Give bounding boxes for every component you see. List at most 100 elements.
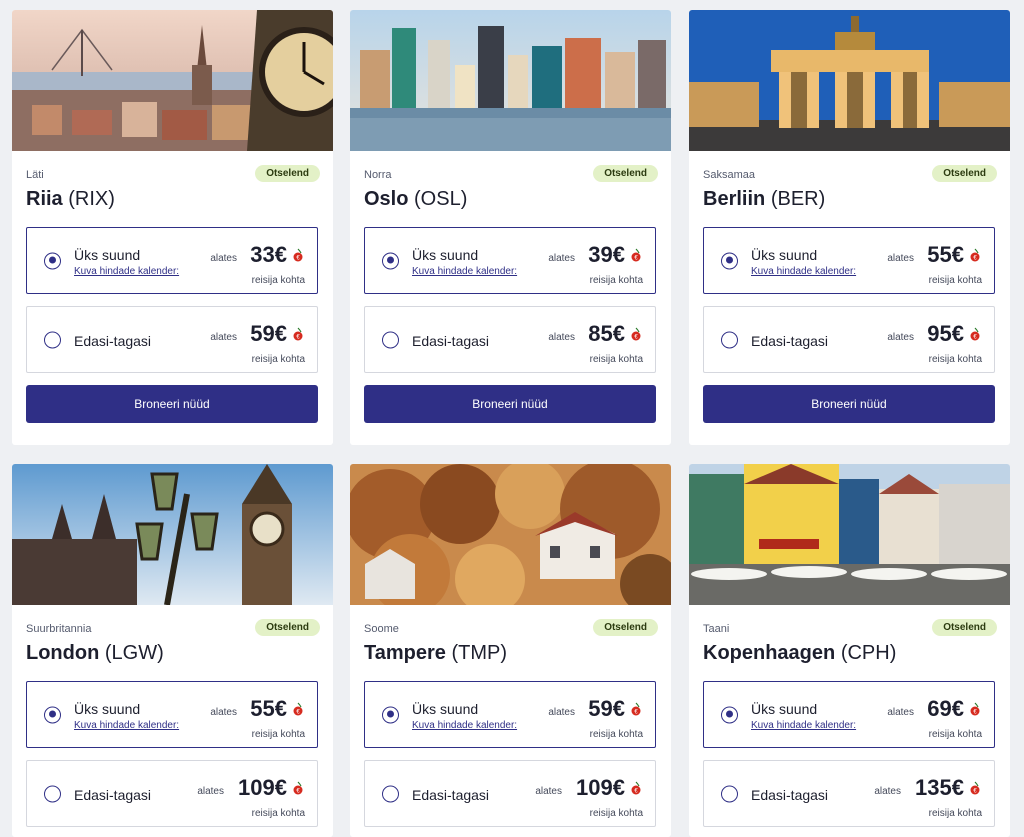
price-calendar-link[interactable]: Kuva hindade kalender: — [751, 720, 856, 731]
round-trip-price: 59€ — [250, 321, 287, 346]
one-way-radio[interactable] — [382, 252, 399, 269]
one-way-label: Üks suund — [412, 701, 479, 717]
round-trip-price: 95€ — [927, 321, 964, 346]
price-calendar-link[interactable]: Kuva hindade kalender: — [74, 266, 179, 277]
one-way-radio[interactable] — [44, 252, 61, 269]
per-passenger-label: reisija kohta — [251, 808, 305, 819]
cherry-icon: € — [631, 781, 641, 795]
per-passenger-label: reisija kohta — [928, 275, 982, 286]
direct-flight-badge: Otselend — [593, 619, 658, 636]
per-passenger-label: reisija kohta — [928, 729, 982, 740]
round-trip-radio[interactable] — [44, 331, 61, 348]
destination-photo — [350, 10, 671, 151]
cherry-icon: € — [970, 327, 980, 341]
city-name: Kopenhaagen — [703, 642, 836, 664]
per-passenger-label: reisija kohta — [928, 808, 982, 819]
price-calendar-link[interactable]: Kuva hindade kalender: — [74, 720, 179, 731]
country-label: Saksamaa — [703, 169, 755, 181]
country-label: Taani — [703, 623, 730, 635]
from-label: alates — [548, 332, 575, 343]
round-trip-option[interactable]: Edasi-tagasi alates 95€ € reisija kohta — [703, 306, 995, 373]
round-trip-radio[interactable] — [44, 785, 61, 802]
city-title: London (LGW) — [26, 642, 164, 665]
round-trip-option[interactable]: Edasi-tagasi alates 59€ € reisija kohta — [26, 306, 318, 373]
one-way-price: 33€ — [250, 242, 287, 267]
city-name: Berliin — [703, 188, 766, 210]
airport-code: (CPH) — [840, 642, 897, 664]
city-title: Kopenhaagen (CPH) — [703, 642, 896, 665]
destination-card-tampere: Soome Otselend Tampere (TMP) Üks suund K… — [350, 464, 671, 837]
book-now-button[interactable]: Broneeri nüüd — [703, 385, 995, 423]
per-passenger-label: reisija kohta — [251, 729, 305, 740]
one-way-option[interactable]: Üks suund Kuva hindade kalender: alates … — [26, 227, 318, 294]
round-trip-option[interactable]: Edasi-tagasi alates 135€ € reisija kohta — [703, 760, 995, 827]
airport-code: (TMP) — [451, 642, 507, 664]
one-way-radio[interactable] — [44, 706, 61, 723]
book-now-button[interactable]: Broneeri nüüd — [26, 385, 318, 423]
destination-photo — [12, 464, 333, 605]
one-way-label: Üks suund — [74, 701, 141, 717]
one-way-price: 55€ — [927, 242, 964, 267]
from-label: alates — [887, 707, 914, 718]
one-way-radio[interactable] — [721, 252, 738, 269]
per-passenger-label: reisija kohta — [589, 275, 643, 286]
price-calendar-link[interactable]: Kuva hindade kalender: — [751, 266, 856, 277]
round-trip-radio[interactable] — [382, 331, 399, 348]
from-label: alates — [210, 253, 237, 264]
city-title: Tampere (TMP) — [364, 642, 507, 665]
round-trip-price: 109€ — [576, 775, 625, 800]
round-trip-price: 85€ — [588, 321, 625, 346]
destination-photo — [12, 10, 333, 151]
country-label: Läti — [26, 169, 44, 181]
one-way-label: Üks suund — [751, 247, 818, 263]
one-way-price: 59€ — [588, 696, 625, 721]
round-trip-radio[interactable] — [721, 785, 738, 802]
round-trip-radio[interactable] — [721, 331, 738, 348]
destination-card-london: Suurbritannia Otselend London (LGW) Üks … — [12, 464, 333, 837]
country-label: Norra — [364, 169, 392, 181]
one-way-price: 69€ — [927, 696, 964, 721]
cherry-icon: € — [631, 248, 641, 262]
city-name: Riia — [26, 188, 63, 210]
from-label: alates — [210, 332, 237, 343]
round-trip-price: 109€ — [238, 775, 287, 800]
destination-card-oslo: Norra Otselend Oslo (OSL) Üks suund Kuva… — [350, 10, 671, 445]
per-passenger-label: reisija kohta — [589, 808, 643, 819]
price-calendar-link[interactable]: Kuva hindade kalender: — [412, 720, 517, 731]
direct-flight-badge: Otselend — [932, 165, 997, 182]
one-way-option[interactable]: Üks suund Kuva hindade kalender: alates … — [703, 227, 995, 294]
from-label: alates — [548, 253, 575, 264]
one-way-option[interactable]: Üks suund Kuva hindade kalender: alates … — [364, 681, 656, 748]
round-trip-option[interactable]: Edasi-tagasi alates 109€ € reisija kohta — [26, 760, 318, 827]
per-passenger-label: reisija kohta — [251, 275, 305, 286]
one-way-option[interactable]: Üks suund Kuva hindade kalender: alates … — [364, 227, 656, 294]
one-way-label: Üks suund — [74, 247, 141, 263]
destination-card-riga: Läti Otselend Riia (RIX) Üks suund Kuva … — [12, 10, 333, 445]
round-trip-label: Edasi-tagasi — [751, 333, 829, 349]
airport-code: (BER) — [770, 188, 826, 210]
round-trip-label: Edasi-tagasi — [412, 787, 490, 803]
book-now-button[interactable]: Broneeri nüüd — [364, 385, 656, 423]
country-label: Soome — [364, 623, 399, 635]
round-trip-option[interactable]: Edasi-tagasi alates 109€ € reisija kohta — [364, 760, 656, 827]
round-trip-option[interactable]: Edasi-tagasi alates 85€ € reisija kohta — [364, 306, 656, 373]
one-way-radio[interactable] — [382, 706, 399, 723]
cherry-icon: € — [631, 327, 641, 341]
round-trip-label: Edasi-tagasi — [74, 333, 152, 349]
one-way-option[interactable]: Üks suund Kuva hindade kalender: alates … — [26, 681, 318, 748]
one-way-label: Üks suund — [751, 701, 818, 717]
cherry-icon: € — [970, 248, 980, 262]
one-way-option[interactable]: Üks suund Kuva hindade kalender: alates … — [703, 681, 995, 748]
destination-photo — [350, 464, 671, 605]
destination-card-berlin: Saksamaa Otselend Berliin (BER) Üks suun… — [689, 10, 1010, 445]
round-trip-radio[interactable] — [382, 785, 399, 802]
per-passenger-label: reisija kohta — [589, 354, 643, 365]
from-label: alates — [210, 707, 237, 718]
one-way-radio[interactable] — [721, 706, 738, 723]
from-label: alates — [197, 786, 224, 797]
airport-code: (RIX) — [68, 188, 115, 210]
city-title: Berliin (BER) — [703, 188, 825, 211]
destination-photo — [689, 10, 1010, 151]
price-calendar-link[interactable]: Kuva hindade kalender: — [412, 266, 517, 277]
cherry-icon: € — [970, 781, 980, 795]
